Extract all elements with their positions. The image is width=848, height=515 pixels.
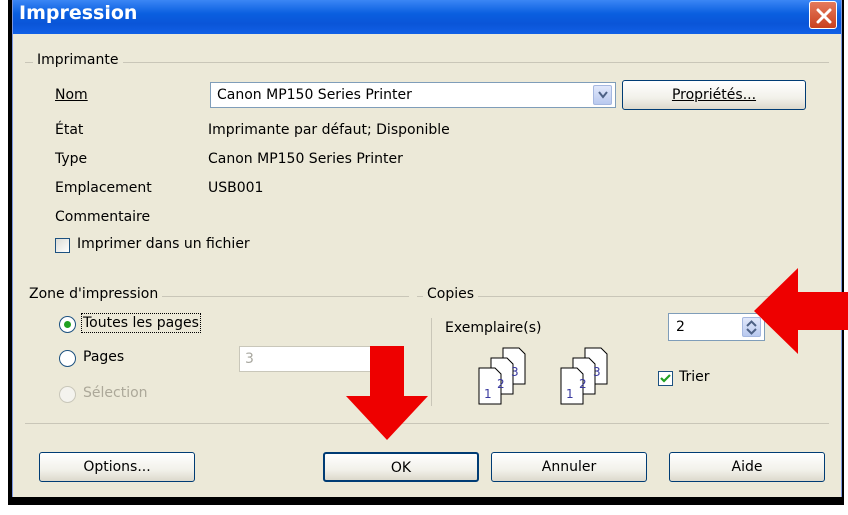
options-button-label: Options... — [83, 459, 151, 475]
cancel-button-label: Annuler — [541, 459, 597, 475]
dropdown-button[interactable] — [593, 85, 612, 105]
state-value: Imprimante par défaut; Disponible — [208, 122, 450, 138]
doc-page-1: 1 — [566, 387, 574, 401]
copies-group-label: Copies — [423, 286, 479, 302]
selection-label: Sélection — [83, 385, 148, 401]
name-label: Nom — [55, 87, 88, 103]
options-button[interactable]: Options... — [39, 452, 195, 482]
copies-count-spinner[interactable]: 2 — [668, 313, 765, 341]
selection-radio[interactable] — [59, 386, 76, 403]
copies-count-value: 2 — [676, 319, 685, 335]
pages-label[interactable]: Pages — [83, 349, 124, 365]
close-button[interactable] — [809, 1, 837, 29]
doc-page-3: 3 — [593, 365, 601, 379]
print-to-file-label[interactable]: Imprimer dans un fichier — [77, 236, 250, 252]
printer-name-value: Canon MP150 Series Printer — [217, 87, 412, 103]
state-label: État — [55, 122, 84, 138]
type-label: Type — [55, 151, 88, 167]
close-icon — [816, 8, 832, 24]
printer-group-label: Imprimante — [33, 52, 123, 68]
type-value: Canon MP150 Series Printer — [208, 151, 403, 167]
pages-radio[interactable] — [59, 350, 76, 367]
window-title: Impression — [19, 2, 138, 24]
help-button[interactable]: Aide — [669, 452, 825, 482]
comment-label: Commentaire — [55, 209, 151, 225]
collate-icon: 1 2 3 — [478, 347, 526, 405]
group-separator — [431, 318, 432, 406]
copies-count-label: Exemplaire(s) — [445, 320, 542, 336]
range-group-label: Zone d'impression — [25, 286, 163, 302]
doc-page-3: 3 — [511, 365, 519, 379]
red-arrow-left — [754, 268, 848, 354]
collate-checkbox[interactable] — [658, 371, 673, 386]
help-button-label: Aide — [731, 459, 763, 475]
collate-label[interactable]: Trier — [679, 369, 710, 385]
all-pages-label[interactable]: Toutes les pages — [81, 313, 201, 333]
red-arrow-down — [346, 346, 428, 440]
all-pages-radio[interactable] — [59, 316, 76, 333]
ok-button-label: OK — [390, 460, 412, 476]
location-value: USB001 — [208, 180, 264, 196]
checkmark-icon — [660, 374, 671, 383]
chevron-down-icon — [598, 91, 608, 99]
printer-name-select[interactable]: Canon MP150 Series Printer — [210, 82, 616, 108]
properties-button-label: Propriétés... — [671, 87, 757, 103]
print-to-file-checkbox[interactable] — [55, 238, 70, 253]
collate-icon-second: 1 2 3 — [560, 347, 608, 405]
doc-page-1: 1 — [484, 387, 492, 401]
doc-page-2: 2 — [579, 377, 587, 391]
doc-page-2: 2 — [497, 377, 505, 391]
location-label: Emplacement — [55, 180, 152, 196]
ok-button[interactable]: OK — [323, 452, 479, 482]
printer-group-line — [25, 62, 829, 63]
properties-button[interactable]: Propriétés... — [622, 80, 806, 110]
pages-input-value: 3 — [245, 351, 254, 367]
title-bar[interactable]: Impression — [13, 0, 841, 34]
cancel-button[interactable]: Annuler — [491, 452, 647, 482]
